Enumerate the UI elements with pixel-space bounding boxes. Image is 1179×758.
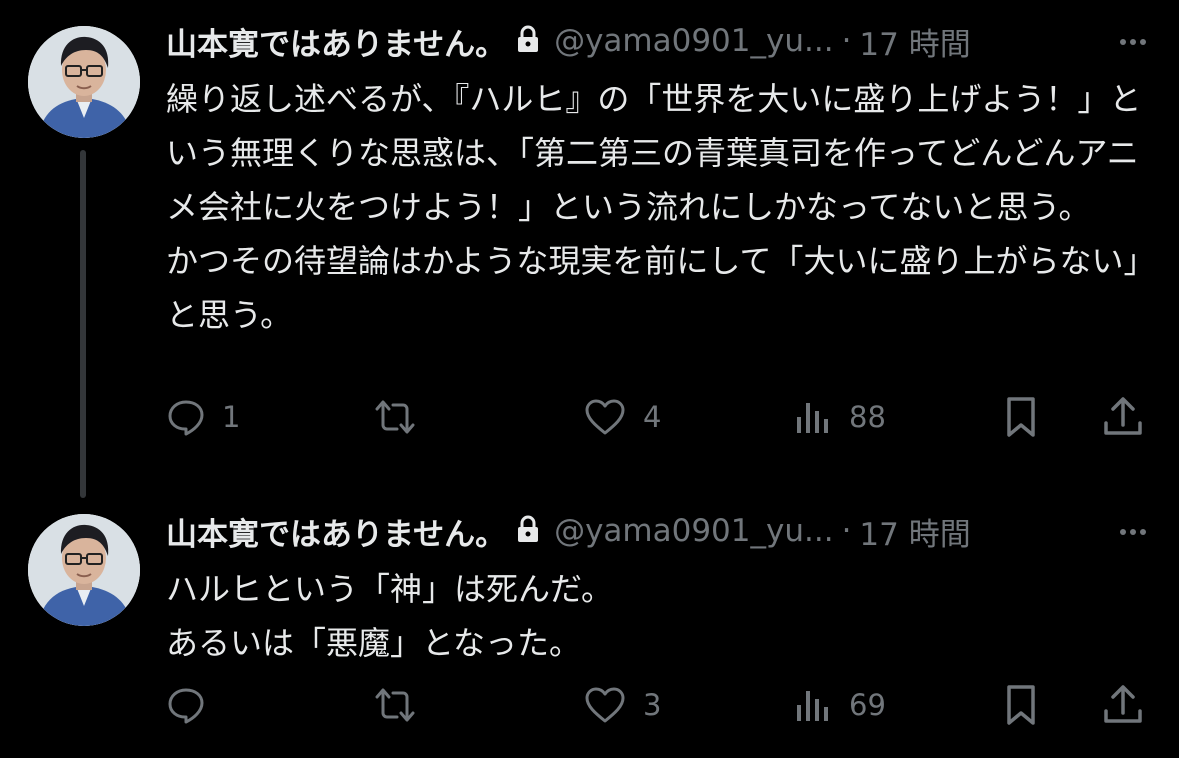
like-button[interactable]: 4 xyxy=(583,392,661,442)
tweet[interactable]: 山本寛ではありません。 @yama0901_yu... · 17 時間 ハルヒと… xyxy=(0,490,1179,758)
share-button[interactable] xyxy=(1101,392,1145,442)
tweet-header: 山本寛ではありません。 @yama0901_yu... · 17 時間 xyxy=(166,508,1149,554)
timestamp[interactable]: 17 時間 xyxy=(859,19,970,64)
more-icon[interactable] xyxy=(1117,26,1149,62)
repost-icon xyxy=(375,400,415,434)
display-name[interactable]: 山本寛ではありません。 xyxy=(166,19,506,64)
action-bar: 1 4 88 xyxy=(166,392,1146,442)
tweet-text: 繰り返し述べるが、『ハルヒ』の「世界を大いに盛り上げよう！」という無理くりな思惑… xyxy=(166,80,1156,334)
views-button[interactable]: 88 xyxy=(793,392,886,442)
separator-dot: · xyxy=(841,513,852,549)
bookmark-button[interactable] xyxy=(1001,392,1041,442)
tweet-header: 山本寛ではありません。 @yama0901_yu... · 17 時間 xyxy=(166,18,1149,64)
reply-button[interactable] xyxy=(166,680,222,730)
repost-button[interactable] xyxy=(371,680,435,730)
like-count: 4 xyxy=(643,400,662,434)
handle[interactable]: @yama0901_yu... xyxy=(554,23,833,59)
views-count: 69 xyxy=(849,688,886,722)
tweet[interactable]: 山本寛ではありません。 @yama0901_yu... · 17 時間 繰り返し… xyxy=(0,0,1179,498)
views-icon xyxy=(797,403,828,433)
more-icon[interactable] xyxy=(1117,516,1149,552)
share-icon xyxy=(1104,685,1142,723)
like-count: 3 xyxy=(643,688,662,722)
handle[interactable]: @yama0901_yu... xyxy=(554,513,833,549)
views-count: 88 xyxy=(849,400,886,434)
reply-count: 1 xyxy=(222,400,241,434)
reply-button[interactable]: 1 xyxy=(166,392,240,442)
like-button[interactable]: 3 xyxy=(583,680,661,730)
bookmark-button[interactable] xyxy=(1001,680,1041,730)
share-button[interactable] xyxy=(1101,680,1145,730)
avatar-portrait-icon xyxy=(28,514,140,626)
heart-icon xyxy=(585,687,625,723)
separator-dot: · xyxy=(841,23,852,59)
lock-icon xyxy=(516,515,540,547)
reply-icon xyxy=(168,688,204,724)
tweet-text: ハルヒという「神」は死んだ。 あるいは「悪魔」となった。 xyxy=(166,570,614,662)
display-name[interactable]: 山本寛ではありません。 xyxy=(166,509,506,554)
repost-icon xyxy=(375,688,415,722)
reply-icon xyxy=(168,400,204,436)
lock-icon xyxy=(516,25,540,57)
repost-button[interactable] xyxy=(371,392,435,442)
timestamp[interactable]: 17 時間 xyxy=(859,509,970,554)
views-button[interactable]: 69 xyxy=(793,680,886,730)
bookmark-icon xyxy=(1007,397,1035,437)
share-icon xyxy=(1104,397,1142,435)
views-icon xyxy=(797,691,828,721)
heart-icon xyxy=(585,399,625,435)
action-bar: 3 69 xyxy=(166,680,1146,730)
avatar[interactable] xyxy=(28,514,140,626)
avatar[interactable] xyxy=(28,26,140,138)
bookmark-icon xyxy=(1007,685,1035,725)
avatar-portrait-icon xyxy=(28,26,140,138)
thread-line xyxy=(80,150,86,498)
